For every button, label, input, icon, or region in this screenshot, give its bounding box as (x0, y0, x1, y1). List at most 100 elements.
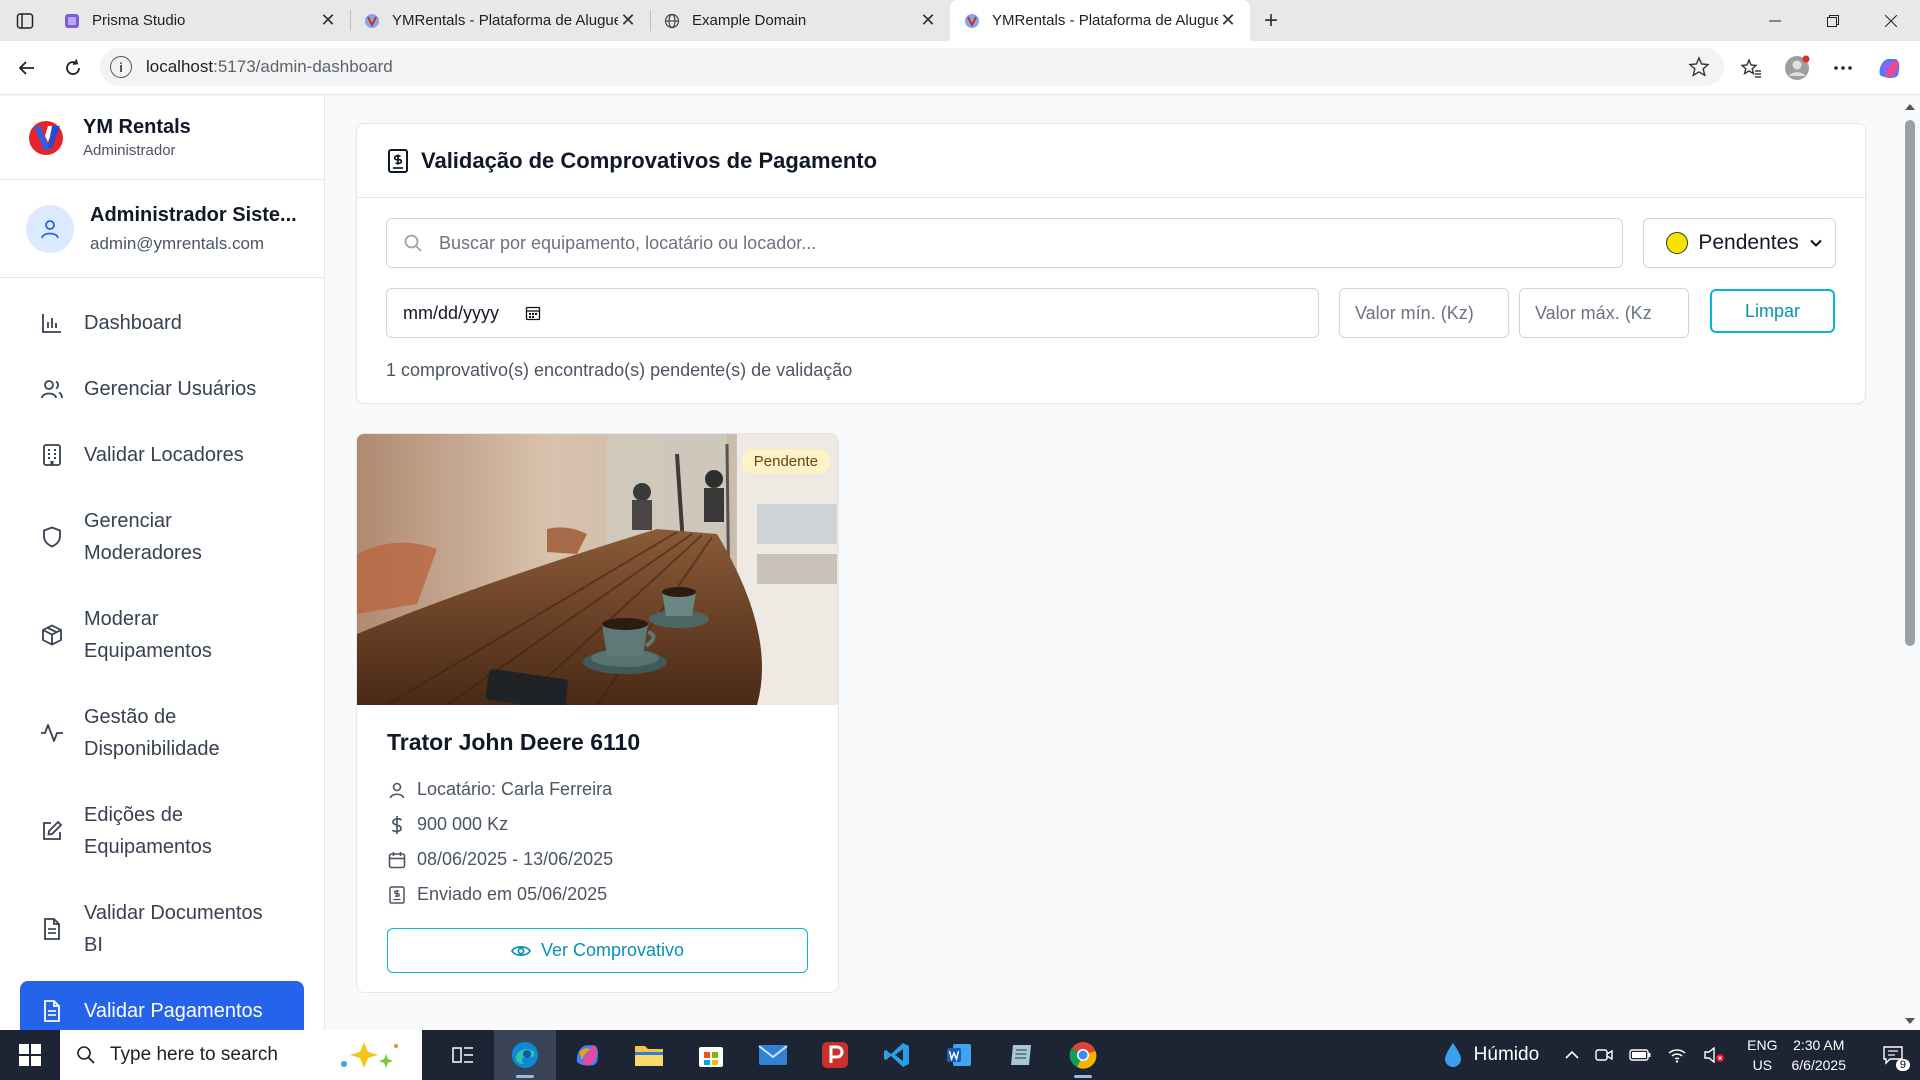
yellow-circle-icon (1666, 232, 1689, 254)
browser-tab-ymrentals[interactable]: YMRentals - Plataforma de Aluguel ✕ (350, 0, 650, 41)
taskbar-chrome[interactable] (1052, 1030, 1114, 1080)
date-input[interactable]: mm/dd/yyyy (386, 288, 1319, 338)
browser-tab-example[interactable]: Example Domain ✕ (650, 0, 950, 41)
language-indicator[interactable]: ENG US (1747, 1035, 1777, 1075)
taskbar-store[interactable] (680, 1030, 742, 1080)
taskbar-notes-app[interactable] (990, 1030, 1052, 1080)
sidebar-item-validate-landlords[interactable]: Validar Locadores (20, 425, 304, 485)
more-button[interactable] (1820, 48, 1866, 88)
avatar (26, 204, 74, 253)
sidebar-item-users[interactable]: Gerenciar Usuários (20, 359, 304, 419)
clock-time: 2:30 AM (1793, 1037, 1845, 1053)
filters-panel: Validação de Comprovativos de Pagamento … (356, 123, 1866, 404)
favorites-button[interactable] (1728, 48, 1774, 88)
arrow-left-icon (18, 60, 34, 75)
taskbar-search-input[interactable]: Type here to search (60, 1030, 422, 1080)
brand-name: YM Rentals (83, 116, 191, 138)
min-value-input[interactable]: Valor mín. (Kz) (1339, 288, 1509, 338)
sidebar-item-label: Validar Documentos BI (84, 902, 263, 956)
tab-actions-button[interactable] (0, 0, 50, 41)
panel-body: Buscar por equipamento, locatário ou loc… (357, 198, 1865, 403)
toolbar-right (1728, 41, 1920, 95)
status-value: Pendentes (1698, 231, 1799, 254)
panel-header: Validação de Comprovativos de Pagamento (357, 124, 1865, 198)
taskbar-file-explorer[interactable] (618, 1030, 680, 1080)
close-tab-icon[interactable]: ✕ (618, 10, 638, 31)
file-icon (40, 897, 64, 961)
clear-filters-button[interactable]: Limpar (1710, 289, 1835, 333)
sidebar-item-availability[interactable]: Gestão de Disponibilidade (20, 687, 304, 779)
task-view-button[interactable] (432, 1030, 494, 1080)
sent-row: Enviado em 05/06/2025 (387, 877, 808, 912)
tab-title: Example Domain (692, 12, 807, 29)
url-path: :5173/admin-dashboard (213, 57, 393, 76)
period-text: 08/06/2025 - 13/06/2025 (417, 849, 614, 869)
scroll-down-icon[interactable] (1900, 1014, 1920, 1028)
sidebar-item-moderate-equipment[interactable]: Moderar Equipamentos (20, 589, 304, 681)
taskbar-vscode[interactable] (866, 1030, 928, 1080)
notifications-button[interactable]: 9 (1874, 1045, 1912, 1071)
taskbar-word[interactable] (928, 1030, 990, 1080)
close-tab-icon[interactable]: ✕ (1218, 10, 1238, 31)
browser-tab-prisma[interactable]: Prisma Studio ✕ (50, 0, 350, 41)
word-icon (947, 1044, 971, 1066)
restore-button[interactable] (1804, 0, 1862, 41)
user-email: admin@ymrentals.com (90, 233, 265, 253)
star-icon[interactable] (1688, 56, 1710, 78)
site-info-icon[interactable]: i (110, 56, 132, 78)
copilot-icon (1879, 58, 1900, 78)
amount-text: 900 000 Kz (417, 814, 509, 834)
taskbar-edge[interactable] (494, 1030, 556, 1080)
user-icon (41, 219, 59, 238)
copilot-button[interactable] (1866, 48, 1912, 88)
edge-icon (512, 1042, 538, 1068)
address-bar[interactable]: i localhost:5173/admin-dashboard (100, 48, 1724, 86)
new-tab-button[interactable]: + (1250, 0, 1292, 41)
scrollbar-thumb[interactable] (1905, 120, 1915, 646)
users-icon (40, 373, 64, 405)
search-placeholder: Buscar por equipamento, locatário ou loc… (439, 232, 817, 253)
sidebar-item-dashboard[interactable]: Dashboard (20, 293, 304, 353)
calendar-icon (387, 851, 407, 869)
view-receipt-button[interactable]: Ver Comprovativo (387, 928, 808, 973)
sidebar-item-equipment-edits[interactable]: Edições de Equipamentos (20, 785, 304, 877)
receipt-icon (388, 148, 408, 173)
taskbar-copilot[interactable] (556, 1030, 618, 1080)
sidebar-item-moderators[interactable]: Gerenciar Moderadores (20, 491, 304, 583)
mail-icon (758, 1045, 788, 1065)
minimize-button[interactable] (1746, 0, 1804, 41)
main-content: Validação de Comprovativos de Pagamento … (356, 123, 1866, 993)
max-value-input[interactable]: Valor máx. (Kz (1519, 288, 1689, 338)
weather-widget[interactable]: Húmido (1442, 1041, 1539, 1069)
search-input[interactable]: Buscar por equipamento, locatário ou loc… (386, 218, 1624, 268)
calendar-picker-icon[interactable] (525, 305, 541, 321)
close-tab-icon[interactable]: ✕ (318, 10, 338, 31)
wifi-icon[interactable] (1667, 1047, 1687, 1063)
scroll-up-icon[interactable] (1900, 100, 1920, 114)
browser-tab-ymrentals-active[interactable]: YMRentals - Plataforma de Aluguel ✕ (950, 0, 1250, 41)
close-window-button[interactable] (1862, 0, 1920, 41)
filters-row-2: mm/dd/yyyy Valor mín. (Kz) Valor máx. (K… (386, 288, 1836, 338)
sidebar-item-validate-bi[interactable]: Validar Documentos BI (20, 883, 304, 975)
close-tab-icon[interactable]: ✕ (918, 10, 938, 31)
brand-header: YM Rentals Administrador (0, 96, 324, 180)
eye-icon (510, 945, 531, 956)
volume-muted-icon[interactable] (1703, 1047, 1725, 1063)
profile-button[interactable] (1774, 48, 1820, 88)
taskbar-mail[interactable] (742, 1030, 804, 1080)
meet-now-icon[interactable] (1595, 1047, 1613, 1063)
page-title: Validação de Comprovativos de Pagamento (421, 147, 878, 173)
start-button[interactable] (0, 1030, 60, 1080)
page-scrollbar[interactable] (1900, 96, 1920, 1030)
show-hidden-icons-button[interactable] (1565, 1050, 1579, 1060)
sidebar-item-label: Gerenciar Usuários (84, 378, 257, 400)
bar-chart-icon (40, 307, 64, 339)
sidebar-item-validate-payments[interactable]: Validar Pagamentos (20, 981, 304, 1030)
battery-icon[interactable] (1629, 1049, 1651, 1061)
taskbar: Type here to search Húmido ENG US 2:30 A… (0, 1030, 1920, 1080)
taskbar-powerpoint-app[interactable] (804, 1030, 866, 1080)
status-select[interactable]: Pendentes (1643, 218, 1836, 268)
reload-button[interactable] (50, 48, 96, 88)
back-button[interactable] (4, 48, 50, 88)
clock[interactable]: 2:30 AM 6/6/2025 (1792, 1035, 1847, 1075)
